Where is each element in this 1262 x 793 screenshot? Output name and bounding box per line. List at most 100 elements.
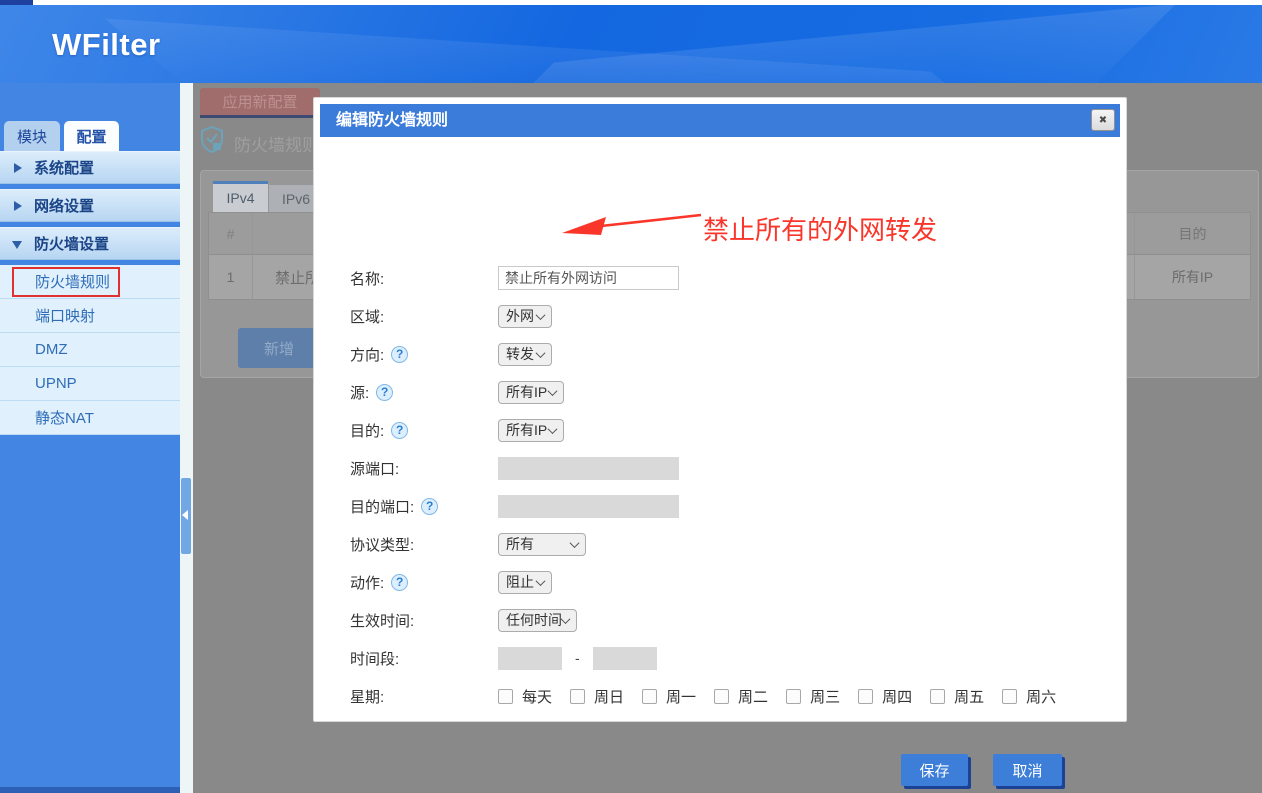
weekday-option-label: 周四 xyxy=(882,686,912,707)
field-row-dest: 目的: ? 所有IP xyxy=(314,411,1126,449)
effective-time-select-value: 任何时间 xyxy=(506,610,562,630)
direction-select[interactable]: 转发 xyxy=(498,343,552,366)
zone-select-value: 外网 xyxy=(506,306,534,326)
weekday-option-label: 每天 xyxy=(522,686,552,707)
help-icon[interactable]: ? xyxy=(421,498,438,515)
weekday-option-saturday: 周六 xyxy=(1002,686,1056,707)
protocol-label: 协议类型: xyxy=(350,534,414,555)
weekday-option-label: 周一 xyxy=(666,686,696,707)
sidebar-item-label: 静态NAT xyxy=(35,407,94,428)
row-dest: 所有IP xyxy=(1134,255,1250,299)
checkbox-monday[interactable] xyxy=(642,689,657,704)
weekday-option-tuesday: 周二 xyxy=(714,686,768,707)
triangle-down-icon xyxy=(12,241,22,249)
action-select[interactable]: 阻止 xyxy=(498,571,552,594)
weekday-option-label: 周二 xyxy=(738,686,768,707)
page: WFilter 模块 配置 系统配置 网络设置 防火墙设置 防火墙规则 端口映射… xyxy=(0,0,1262,793)
field-row-name: 名称: xyxy=(314,259,1126,297)
help-icon[interactable]: ? xyxy=(391,422,408,439)
app-header: WFilter xyxy=(0,5,1262,83)
protocol-select[interactable]: 所有 xyxy=(498,533,586,556)
checkbox-everyday[interactable] xyxy=(498,689,513,704)
checkbox-wednesday[interactable] xyxy=(786,689,801,704)
chevron-down-icon xyxy=(536,348,546,358)
effective-time-select[interactable]: 任何时间 xyxy=(498,609,577,632)
sidebar-item-port-mapping[interactable]: 端口映射 xyxy=(0,299,180,333)
name-input[interactable] xyxy=(498,266,679,290)
triangle-right-icon xyxy=(14,201,22,211)
sidebar-item-upnp[interactable]: UPNP xyxy=(0,367,180,401)
column-header-dest: 目的 xyxy=(1134,213,1250,254)
weekday-option-label: 周五 xyxy=(954,686,984,707)
time-from-input[interactable] xyxy=(498,647,562,670)
sidebar-item-dmz[interactable]: DMZ xyxy=(0,333,180,367)
sidebar-item-firewall-rules[interactable]: 防火墙规则 xyxy=(0,265,180,299)
source-select[interactable]: 所有IP xyxy=(498,381,564,404)
weekday-option-sunday: 周日 xyxy=(570,686,624,707)
zone-label: 区域: xyxy=(350,306,384,327)
sidebar-group-firewall-settings[interactable]: 防火墙设置 xyxy=(0,227,180,260)
time-to-input[interactable] xyxy=(593,647,657,670)
action-label: 动作: xyxy=(350,572,384,593)
add-rule-button[interactable]: 新增 xyxy=(238,328,320,368)
sidebar-item-label: 端口映射 xyxy=(35,305,95,326)
source-port-input[interactable] xyxy=(498,457,679,480)
sidebar-bottom-bar xyxy=(0,787,180,793)
weekday-option-everyday: 每天 xyxy=(498,686,552,707)
checkbox-sunday[interactable] xyxy=(570,689,585,704)
time-range-separator: - xyxy=(575,650,580,666)
dest-select[interactable]: 所有IP xyxy=(498,419,564,442)
direction-label: 方向: xyxy=(350,344,384,365)
name-label: 名称: xyxy=(350,268,384,289)
weekday-option-thursday: 周四 xyxy=(858,686,912,707)
help-icon[interactable]: ? xyxy=(391,346,408,363)
triangle-left-icon xyxy=(182,510,188,520)
field-row-dest-port: 目的端口: ? xyxy=(314,487,1126,525)
dest-select-value: 所有IP xyxy=(506,420,547,440)
sidebar-collapse-handle[interactable] xyxy=(181,478,191,554)
zone-select[interactable]: 外网 xyxy=(498,305,552,328)
weekday-option-monday: 周一 xyxy=(642,686,696,707)
weekday-option-label: 周三 xyxy=(810,686,840,707)
sidebar-item-label: UPNP xyxy=(35,375,77,392)
chevron-down-icon xyxy=(536,576,546,586)
cancel-button[interactable]: 取消 xyxy=(993,754,1062,786)
save-button[interactable]: 保存 xyxy=(901,754,968,786)
annotation-text: 禁止所有的外网转发 xyxy=(703,210,937,247)
dest-port-input[interactable] xyxy=(498,495,679,518)
sidebar-group-label: 网络设置 xyxy=(34,195,94,216)
edit-firewall-rule-dialog: 编辑防火墙规则 ✖ 名称: 区域: 外网 方向 xyxy=(313,97,1127,722)
action-select-value: 阻止 xyxy=(506,572,534,592)
brand-logo: WFilter xyxy=(52,27,161,63)
sidebar-group-network-settings[interactable]: 网络设置 xyxy=(0,189,180,222)
field-row-weekday: 星期: 每天 周日 周一 周 xyxy=(314,677,1126,715)
field-row-protocol: 协议类型: 所有 xyxy=(314,525,1126,563)
close-icon[interactable]: ✖ xyxy=(1091,109,1115,131)
chevron-down-icon xyxy=(548,424,558,434)
checkbox-saturday[interactable] xyxy=(1002,689,1017,704)
sidebar-item-static-nat[interactable]: 静态NAT xyxy=(0,401,180,435)
triangle-right-icon xyxy=(14,163,22,173)
field-row-direction: 方向: ? 转发 xyxy=(314,335,1126,373)
sidebar-tab-config[interactable]: 配置 xyxy=(64,121,119,151)
sidebar-gutter xyxy=(180,83,193,793)
help-icon[interactable]: ? xyxy=(391,574,408,591)
apply-new-config-button[interactable]: 应用新配置 xyxy=(200,88,320,118)
direction-select-value: 转发 xyxy=(506,344,534,364)
tab-ipv4[interactable]: IPv4 xyxy=(213,181,268,212)
page-title: 防火墙规则 xyxy=(234,131,319,156)
help-icon[interactable]: ? xyxy=(376,384,393,401)
field-row-action: 动作: ? 阻止 xyxy=(314,563,1126,601)
time-range-label: 时间段: xyxy=(350,648,399,669)
shield-check-icon xyxy=(200,126,224,153)
checkbox-thursday[interactable] xyxy=(858,689,873,704)
weekday-option-label: 周六 xyxy=(1026,686,1056,707)
chevron-down-icon xyxy=(570,538,580,548)
sidebar-tab-modules[interactable]: 模块 xyxy=(4,121,60,151)
checkbox-tuesday[interactable] xyxy=(714,689,729,704)
sidebar-group-system-config[interactable]: 系统配置 xyxy=(0,151,180,184)
chevron-down-icon xyxy=(561,614,571,624)
dialog-form: 名称: 区域: 外网 方向: ? xyxy=(314,237,1126,786)
checkbox-friday[interactable] xyxy=(930,689,945,704)
dialog-titlebar: 编辑防火墙规则 xyxy=(320,104,1120,137)
